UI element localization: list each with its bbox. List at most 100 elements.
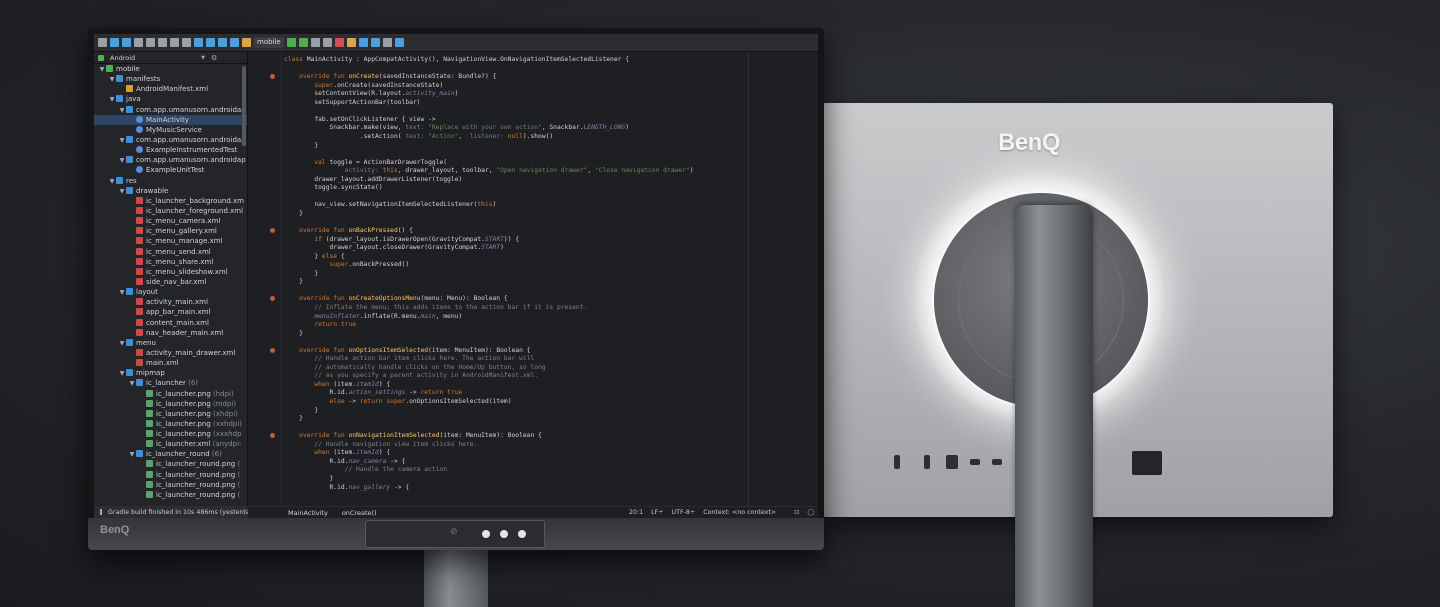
redo-icon[interactable] <box>146 38 155 47</box>
tree-item[interactable]: main.xml <box>94 358 247 368</box>
paste-icon[interactable] <box>182 38 191 47</box>
tree-item[interactable]: ic_menu_camera.xml <box>94 216 247 226</box>
tree-item[interactable]: ▼ ic_launcher (6) <box>94 378 247 388</box>
override-marker-icon[interactable] <box>270 433 275 439</box>
rear-stand-neck <box>1015 205 1093 607</box>
find-icon[interactable] <box>194 38 203 47</box>
gear-icon[interactable]: ⚙ <box>211 54 217 62</box>
tree-item[interactable]: ic_menu_manage.xml <box>94 236 247 246</box>
debug-icon[interactable] <box>298 38 308 47</box>
tree-item[interactable]: MainActivity <box>94 114 247 125</box>
tree-item[interactable]: ic_launcher.png (hdpi) <box>94 389 247 399</box>
tree-item[interactable]: ▼ drawable <box>94 186 247 196</box>
tree-item[interactable]: ic_launcher_round.png ( <box>94 490 247 500</box>
lock-icon[interactable]: ⊡ <box>794 509 799 516</box>
line-separator[interactable]: LF÷ <box>651 509 663 516</box>
tree-item[interactable]: app_bar_main.xml <box>94 307 247 317</box>
cut-icon[interactable] <box>158 38 167 47</box>
tree-item[interactable]: ic_launcher.png (mdpi) <box>94 399 247 409</box>
hotkey-button-2[interactable] <box>500 530 508 538</box>
tree-item[interactable]: AndroidManifest.xml <box>94 84 247 94</box>
profile-icon[interactable] <box>310 38 320 47</box>
tree-item[interactable]: ic_launcher_round.png ( <box>94 480 247 490</box>
tree-item[interactable]: ic_launcher.png (xhdpi) <box>94 409 247 419</box>
status-icon[interactable] <box>100 509 102 515</box>
power-button[interactable] <box>518 530 526 538</box>
code-line: setSupportActionBar(toolbar) <box>284 99 420 108</box>
tree-item-suffix: (hdpi) <box>210 389 234 398</box>
tree-item[interactable]: activity_main_drawer.xml <box>94 348 247 358</box>
forward-icon[interactable] <box>230 38 239 47</box>
tree-item[interactable]: ic_launcher.png (xxxhdp <box>94 429 247 439</box>
chevron-down-icon[interactable]: ▼ <box>201 55 205 61</box>
attach-icon[interactable] <box>322 38 332 47</box>
tree-item-label: mobile <box>116 65 140 73</box>
override-marker-icon[interactable] <box>270 74 275 80</box>
tree-item[interactable]: ▼ ic_launcher_round (6) <box>94 449 247 459</box>
override-marker-icon[interactable] <box>270 347 275 353</box>
undo-icon[interactable] <box>134 38 143 47</box>
tree-item[interactable]: ic_launcher.xml (anydpi- <box>94 439 247 449</box>
event-log-icon[interactable]: ◯ <box>807 509 814 516</box>
override-marker-icon[interactable] <box>270 296 275 302</box>
sdk-icon[interactable] <box>370 38 380 47</box>
tree-item[interactable]: ▼ menu <box>94 338 247 348</box>
tree-item[interactable]: ic_menu_slideshow.xml <box>94 267 247 277</box>
tree-item[interactable]: ic_menu_share.xml <box>94 257 247 267</box>
sync-icon[interactable] <box>110 38 119 47</box>
structure-icon[interactable] <box>382 38 392 47</box>
code-token: (item: MenuItem): Boolean { <box>428 346 531 354</box>
code-token: itemId <box>356 380 379 388</box>
tree-item[interactable]: ic_launcher_background.xm <box>94 196 247 206</box>
tree-item[interactable]: ▼ res <box>94 176 247 186</box>
tree-item[interactable]: activity_main.xml <box>94 297 247 307</box>
refresh-icon[interactable] <box>122 38 131 47</box>
code-token: text: <box>405 124 429 132</box>
tree-item[interactable]: side_nav_bar.xml <box>94 277 247 287</box>
code-editor[interactable]: class MainActivity : AppCompatActivity()… <box>284 52 818 506</box>
tree-item[interactable]: ▼ manifests <box>94 74 247 84</box>
tree-item[interactable]: ic_menu_gallery.xml <box>94 226 247 236</box>
tree-item[interactable]: ▼ mipmap <box>94 368 247 378</box>
tree-item[interactable]: MyMusicService <box>94 125 247 135</box>
caret-position[interactable]: 20:1 <box>629 509 643 516</box>
tree-item[interactable]: ExampleInstrumentedTest <box>94 145 247 155</box>
help-icon[interactable] <box>394 38 404 47</box>
tree-item[interactable]: ic_launcher_round.png ( <box>94 459 247 469</box>
tree-item[interactable]: ▼ com.app.umanusorn.androidap <box>94 105 247 115</box>
override-marker-icon[interactable] <box>270 228 275 233</box>
tree-item[interactable]: ic_launcher_foreground.xml <box>94 206 247 216</box>
tree-item[interactable]: content_main.xml <box>94 318 247 328</box>
tree-item[interactable]: nav_header_main.xml <box>94 328 247 338</box>
breadcrumb-class[interactable]: MainActivity <box>288 509 328 517</box>
tree-item[interactable]: ▼ com.app.umanusorn.androidap <box>94 135 247 145</box>
tree-item[interactable]: ExampleUnitTest <box>94 165 247 175</box>
file-encoding[interactable]: UTF-8÷ <box>672 509 696 516</box>
breadcrumb-method[interactable]: onCreate() <box>342 509 377 517</box>
save-icon[interactable] <box>98 38 107 47</box>
project-view-selector[interactable]: Android <box>110 54 135 62</box>
tree-item[interactable]: ▼ mobile <box>94 64 247 74</box>
tree-item[interactable]: ▼ com.app.umanusorn.androidap <box>94 155 247 165</box>
hotkey-button-1[interactable] <box>482 530 490 538</box>
tree-item-label: ic_launcher.png <box>156 389 211 398</box>
project-scrollbar[interactable] <box>242 66 246 146</box>
replace-icon[interactable] <box>206 38 215 47</box>
sync-gradle-icon[interactable] <box>346 38 356 47</box>
back-icon[interactable] <box>218 38 227 47</box>
link-icon[interactable]: ⊘ <box>450 527 458 537</box>
copy-icon[interactable] <box>170 38 179 47</box>
tree-item[interactable]: ▼ layout <box>94 287 247 297</box>
run-icon[interactable] <box>286 38 296 47</box>
stop-icon[interactable] <box>334 38 344 47</box>
tree-item[interactable]: ▼ java <box>94 94 247 104</box>
avd-icon[interactable] <box>358 38 368 47</box>
tree-item[interactable]: ic_menu_send.xml <box>94 247 247 257</box>
tree-item[interactable]: ic_launcher.png (xxhdpi) <box>94 419 247 429</box>
context-indicator[interactable]: Context: <no context> <box>703 509 776 516</box>
run-config-selector[interactable]: mobile <box>254 37 284 48</box>
build-icon[interactable] <box>242 38 251 47</box>
tree-item-label: ic_menu_camera.xml <box>146 217 221 226</box>
tree-item[interactable]: ic_launcher_round.png ( <box>94 470 247 480</box>
